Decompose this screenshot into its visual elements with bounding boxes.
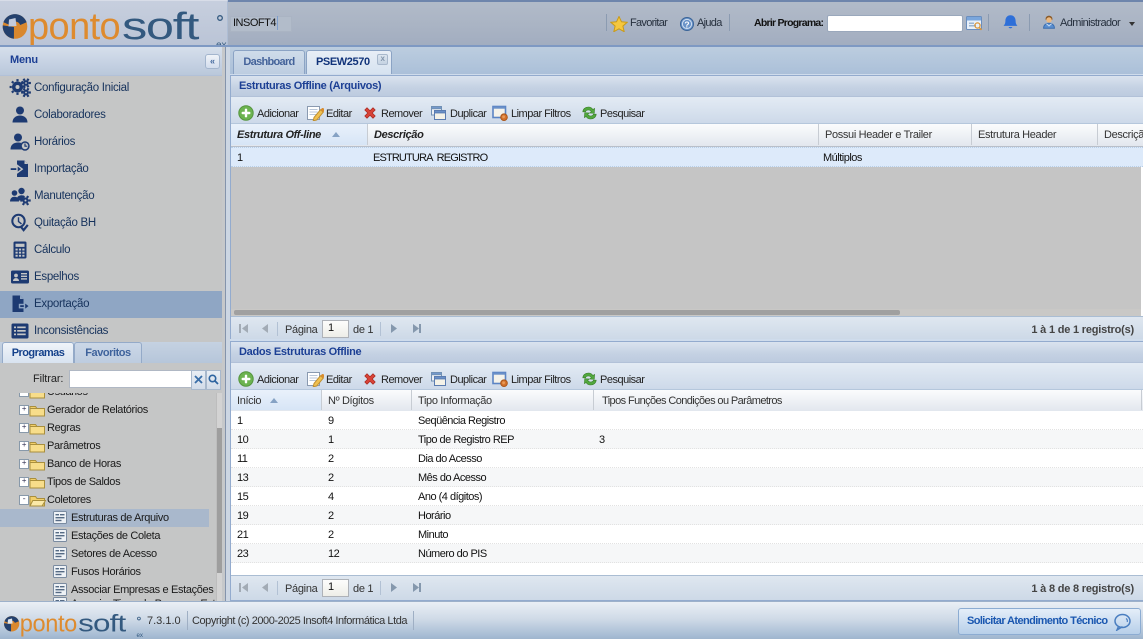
svg-text:ponto: ponto xyxy=(28,6,120,48)
svg-text:soft: soft xyxy=(122,6,200,48)
svg-text:ex: ex xyxy=(136,632,143,638)
svg-text:soft: soft xyxy=(78,610,126,636)
svg-text:?: ? xyxy=(684,19,689,29)
svg-text:ponto: ponto xyxy=(20,611,77,637)
